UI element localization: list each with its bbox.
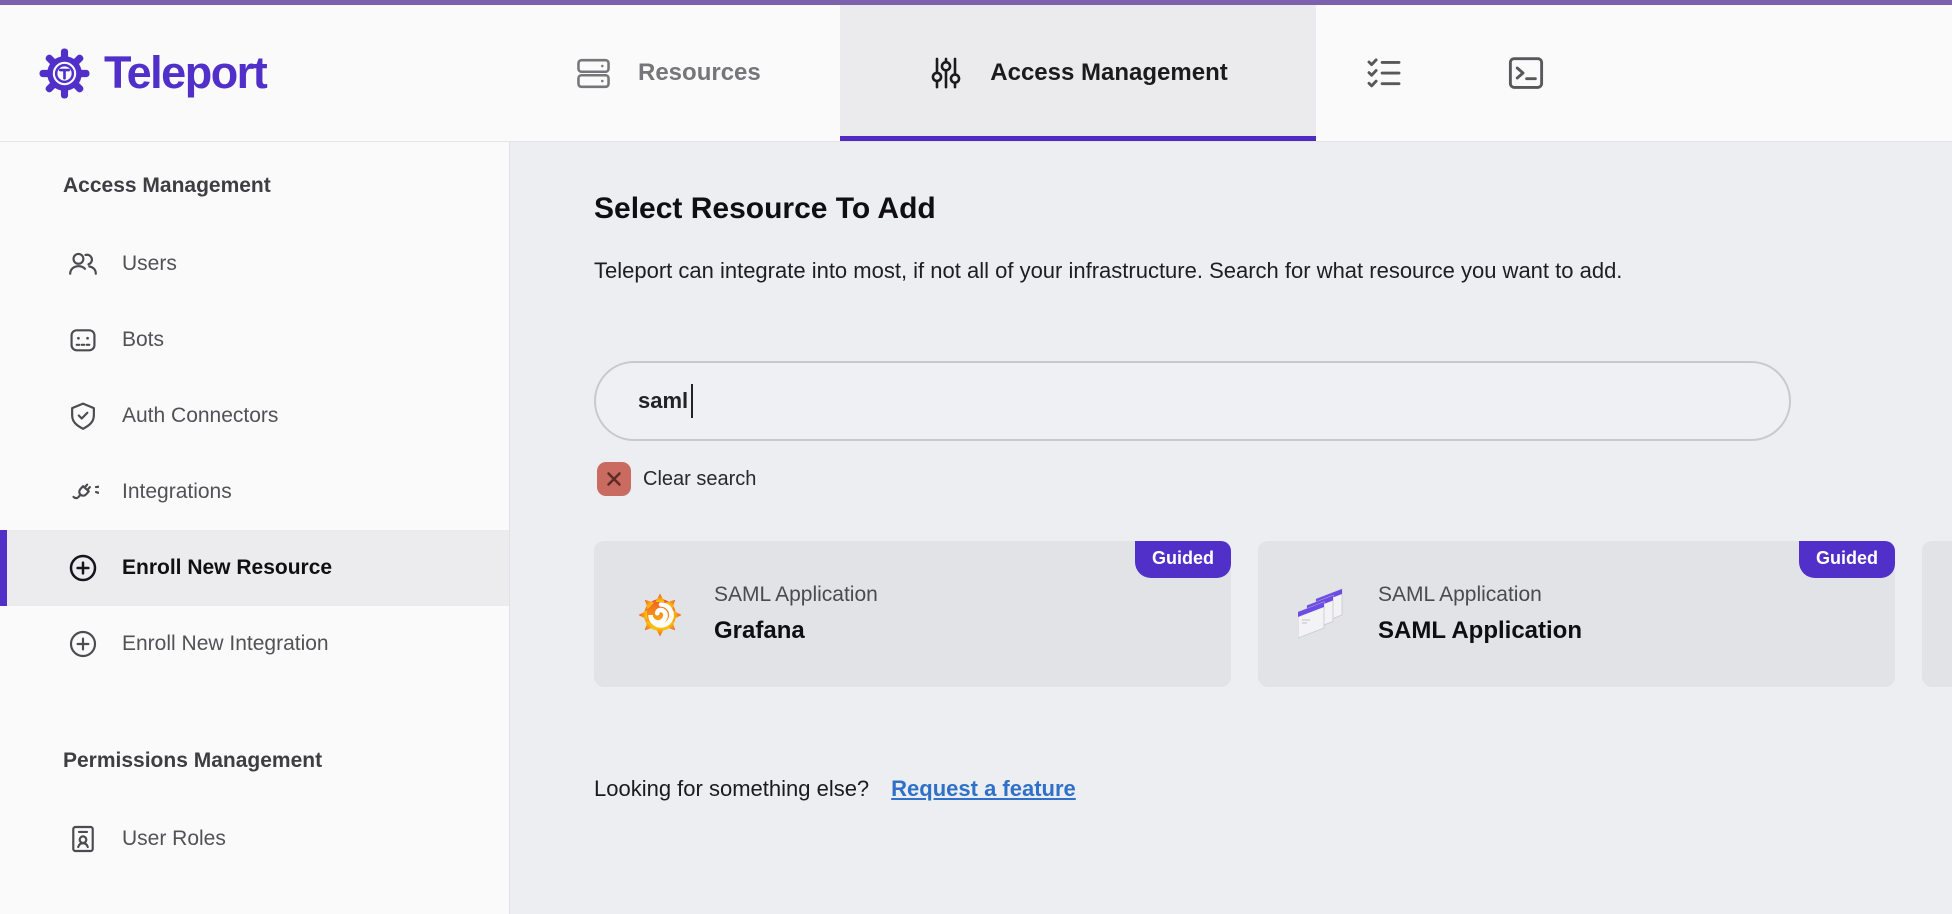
sliders-icon — [928, 55, 964, 91]
sidebar-section-permissions-management: Permissions Management — [63, 741, 509, 781]
resource-card-saml-application[interactable]: SAML Application SAML Application Guided — [1258, 541, 1895, 687]
sidebar-section-access-management: Access Management — [63, 166, 509, 206]
card-type: SAML Application — [1378, 583, 1582, 607]
tab-resources[interactable]: Resources — [575, 5, 761, 141]
bot-icon — [66, 323, 100, 357]
resource-card-grafana[interactable]: SAML Application Grafana Guided — [594, 541, 1231, 687]
sidebar-item-enroll-new-resource[interactable]: Enroll New Resource — [0, 530, 509, 606]
top-navbar: Teleport Resources Access Management — [0, 5, 1952, 142]
sidebar-item-auth-connectors[interactable]: Auth Connectors — [0, 378, 509, 454]
saml-stack-icon — [1298, 588, 1350, 640]
sidebar-item-users[interactable]: Users — [0, 226, 509, 302]
grafana-icon — [634, 588, 686, 640]
text-caret — [691, 384, 693, 418]
sidebar-item-user-roles[interactable]: User Roles — [0, 801, 509, 877]
sidebar-item-integrations[interactable]: Integrations — [0, 454, 509, 530]
teleport-logo[interactable]: Teleport — [38, 5, 266, 141]
clear-x-icon — [597, 462, 631, 496]
guided-badge: Guided — [1799, 541, 1895, 578]
users-icon — [66, 247, 100, 281]
sidebar-item-enroll-new-integration[interactable]: Enroll New Integration — [0, 606, 509, 682]
terminal-nav-button[interactable] — [1506, 53, 1546, 93]
main-content: Select Resource To Add Teleport can inte… — [511, 142, 1952, 914]
shield-check-icon — [66, 399, 100, 433]
plus-circle-icon — [66, 551, 100, 585]
sidebar-item-label: Enroll New Resource — [122, 556, 332, 580]
card-title: SAML Application — [1378, 617, 1582, 645]
card-title: Grafana — [714, 617, 878, 645]
footer-row: Looking for something else? Request a fe… — [594, 776, 1076, 802]
checklist-nav-button[interactable] — [1364, 53, 1404, 93]
card-type: SAML Application — [714, 583, 878, 607]
tab-access-management-label: Access Management — [990, 59, 1227, 87]
tab-access-management[interactable]: Access Management — [840, 5, 1316, 141]
search-input-value: saml — [638, 388, 688, 414]
resource-card-partial[interactable] — [1922, 541, 1952, 687]
guided-badge: Guided — [1135, 541, 1231, 578]
brand-name: Teleport — [104, 47, 266, 99]
clear-search-label: Clear search — [643, 468, 756, 491]
plug-icon — [66, 475, 100, 509]
clear-search-button[interactable]: Clear search — [597, 462, 756, 496]
resource-card-list: SAML Application Grafana Guided — [594, 541, 1952, 687]
sidebar: Access Management Users Bots — [0, 142, 510, 914]
terminal-icon — [1506, 53, 1546, 93]
card-text: SAML Application SAML Application — [1378, 583, 1582, 645]
server-stack-icon — [575, 55, 612, 92]
sidebar-item-label: Enroll New Integration — [122, 632, 329, 656]
search-input[interactable]: saml — [594, 361, 1791, 441]
footer-text: Looking for something else? — [594, 776, 869, 802]
page-subtitle: Teleport can integrate into most, if not… — [594, 258, 1622, 284]
sidebar-item-label: Auth Connectors — [122, 404, 278, 428]
sidebar-item-bots[interactable]: Bots — [0, 302, 509, 378]
sidebar-item-label: Integrations — [122, 480, 232, 504]
teleport-gear-icon — [38, 47, 91, 100]
sidebar-item-label: User Roles — [122, 827, 226, 851]
sidebar-item-label: Bots — [122, 328, 164, 352]
page-title: Select Resource To Add — [594, 192, 936, 226]
id-badge-icon — [66, 822, 100, 856]
plus-circle-icon — [66, 627, 100, 661]
checklist-icon — [1364, 53, 1404, 93]
tab-resources-label: Resources — [638, 59, 761, 87]
sidebar-item-label: Users — [122, 252, 177, 276]
card-text: SAML Application Grafana — [714, 583, 878, 645]
request-feature-link[interactable]: Request a feature — [891, 776, 1076, 802]
